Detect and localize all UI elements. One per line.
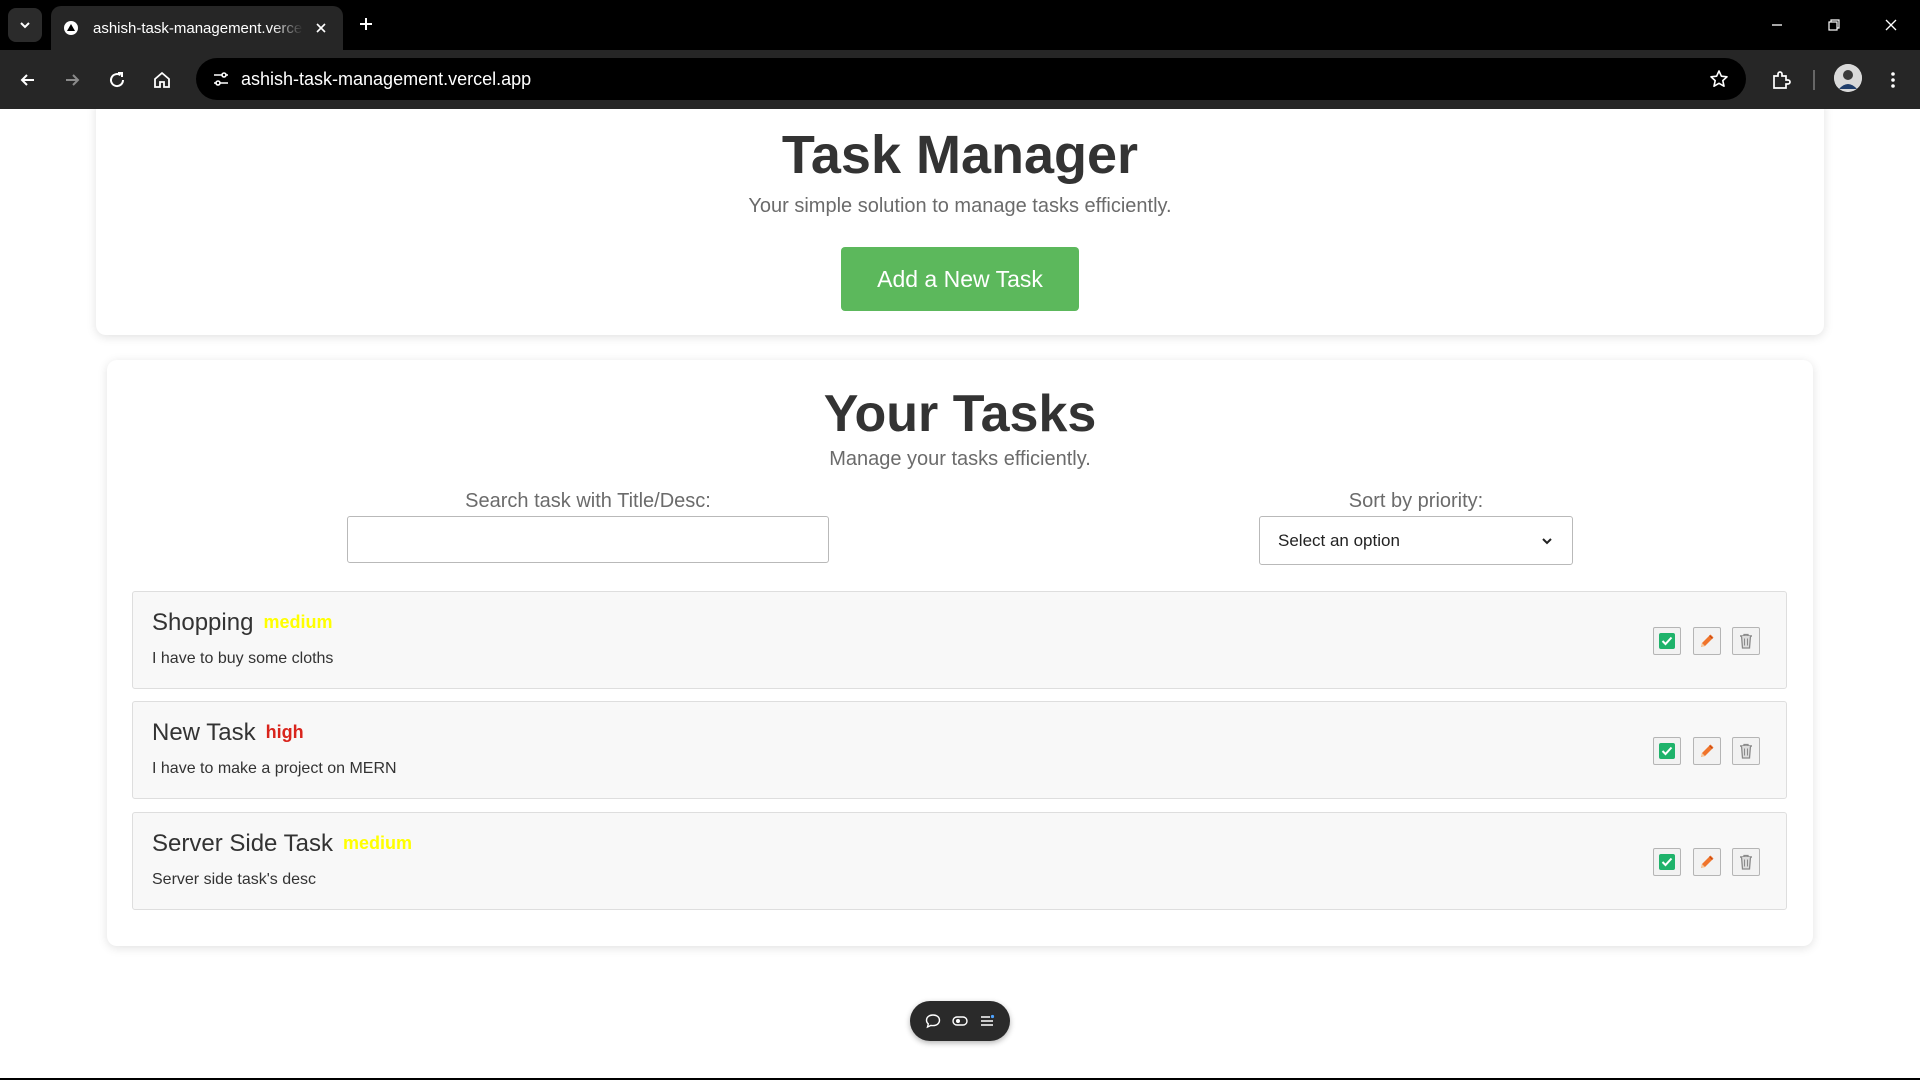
task-item: New Task high I have to make a project on… <box>132 701 1787 799</box>
pencil-icon <box>1701 744 1714 757</box>
restore-icon <box>1828 19 1840 31</box>
edit-task-button[interactable] <box>1693 737 1721 765</box>
trash-icon <box>1740 854 1752 870</box>
minimize-button[interactable] <box>1762 10 1792 40</box>
pencil-icon <box>1701 634 1714 647</box>
complete-task-button[interactable] <box>1653 848 1681 876</box>
reload-button[interactable] <box>101 64 133 96</box>
extensions-button[interactable] <box>1765 64 1797 96</box>
home-button[interactable] <box>146 64 178 96</box>
search-label: Search task with Title/Desc: <box>465 490 711 512</box>
tab-search-button[interactable] <box>8 8 42 42</box>
profile-avatar[interactable] <box>1834 64 1862 92</box>
tasks-subtitle: Manage your tasks efficiently. <box>829 448 1091 470</box>
task-title: New Task <box>152 719 256 746</box>
kebab-menu-icon <box>1891 72 1895 88</box>
tasks-title: Your Tasks <box>823 385 1097 443</box>
browser-tab-bar: ashish-task-management.vercel.app <box>0 0 1920 50</box>
address-bar[interactable]: ashish-task-management.vercel.app <box>196 58 1746 100</box>
forward-button[interactable] <box>56 64 88 96</box>
task-title: Server Side Task <box>152 830 333 857</box>
bookmark-star-icon[interactable] <box>1706 66 1732 92</box>
complete-task-button[interactable] <box>1653 627 1681 655</box>
floating-toolbar <box>910 1001 1010 1041</box>
vercel-favicon-icon <box>63 20 79 36</box>
app-title: Task Manager <box>781 125 1139 185</box>
delete-task-button[interactable] <box>1732 627 1760 655</box>
site-info-icon[interactable] <box>206 64 236 94</box>
toolbar-divider <box>1813 70 1815 90</box>
task-item: Shopping medium I have to buy some cloths <box>132 591 1787 689</box>
app-subtitle: Your simple solution to manage tasks eff… <box>748 195 1172 217</box>
task-item: Server Side Task medium Server side task'… <box>132 812 1787 910</box>
toggle-view-icon[interactable] <box>950 1011 970 1031</box>
edit-task-button[interactable] <box>1693 627 1721 655</box>
page-viewport: Task Manager Your simple solution to man… <box>0 109 1920 1080</box>
sort-label: Sort by priority: <box>1348 490 1484 512</box>
menu-lines-icon[interactable] <box>977 1011 997 1031</box>
user-avatar-icon <box>1834 64 1862 92</box>
search-input[interactable] <box>347 516 829 563</box>
priority-badge: medium <box>342 833 412 853</box>
task-description: I have to buy some cloths <box>152 650 334 667</box>
task-description: Server side task's desc <box>152 871 317 888</box>
task-title-line: New Task high <box>152 719 304 747</box>
sort-selected-value: Select an option <box>1278 530 1400 550</box>
edit-task-button[interactable] <box>1693 848 1721 876</box>
priority-badge: high <box>265 722 304 742</box>
close-icon <box>1885 19 1897 31</box>
restore-button[interactable] <box>1819 10 1849 40</box>
plus-icon <box>360 18 372 30</box>
tab-close-icon[interactable] <box>311 18 331 38</box>
close-window-button[interactable] <box>1876 10 1906 40</box>
chevron-down-icon <box>1540 534 1554 548</box>
delete-task-button[interactable] <box>1732 848 1760 876</box>
task-description: I have to make a project on MERN <box>152 760 397 777</box>
checkbox-checked-icon <box>1659 854 1675 870</box>
checkbox-checked-icon <box>1659 743 1675 759</box>
priority-badge: medium <box>263 612 333 632</box>
tab-title: ashish-task-management.vercel.app <box>93 19 303 37</box>
trash-icon <box>1740 743 1752 759</box>
reload-icon <box>110 72 125 88</box>
arrow-right-icon <box>66 74 80 86</box>
browser-menu-button[interactable] <box>1877 64 1909 96</box>
puzzle-icon <box>1773 71 1791 89</box>
comment-icon[interactable] <box>923 1011 943 1031</box>
task-title-line: Shopping medium <box>152 609 332 637</box>
back-button[interactable] <box>12 64 44 96</box>
delete-task-button[interactable] <box>1732 737 1760 765</box>
task-title: Shopping <box>152 609 254 636</box>
header-card: Task Manager Your simple solution to man… <box>96 109 1824 335</box>
url-text[interactable]: ashish-task-management.vercel.app <box>241 69 531 90</box>
browser-toolbar: ashish-task-management.vercel.app <box>0 50 1920 109</box>
sort-priority-select[interactable]: Select an option <box>1259 516 1573 565</box>
home-icon <box>154 71 170 88</box>
arrow-left-icon <box>20 74 34 86</box>
chevron-down-icon <box>20 22 30 29</box>
browser-tab-active[interactable]: ashish-task-management.vercel.app <box>51 6 343 50</box>
add-task-button[interactable]: Add a New Task <box>841 247 1079 311</box>
tasks-card: Your Tasks Manage your tasks efficiently… <box>107 360 1813 946</box>
new-tab-button[interactable] <box>354 12 378 36</box>
trash-icon <box>1740 633 1752 649</box>
checkbox-checked-icon <box>1659 633 1675 649</box>
minimize-icon <box>1772 24 1782 26</box>
pencil-icon <box>1701 855 1714 868</box>
complete-task-button[interactable] <box>1653 737 1681 765</box>
task-title-line: Server Side Task medium <box>152 830 412 858</box>
